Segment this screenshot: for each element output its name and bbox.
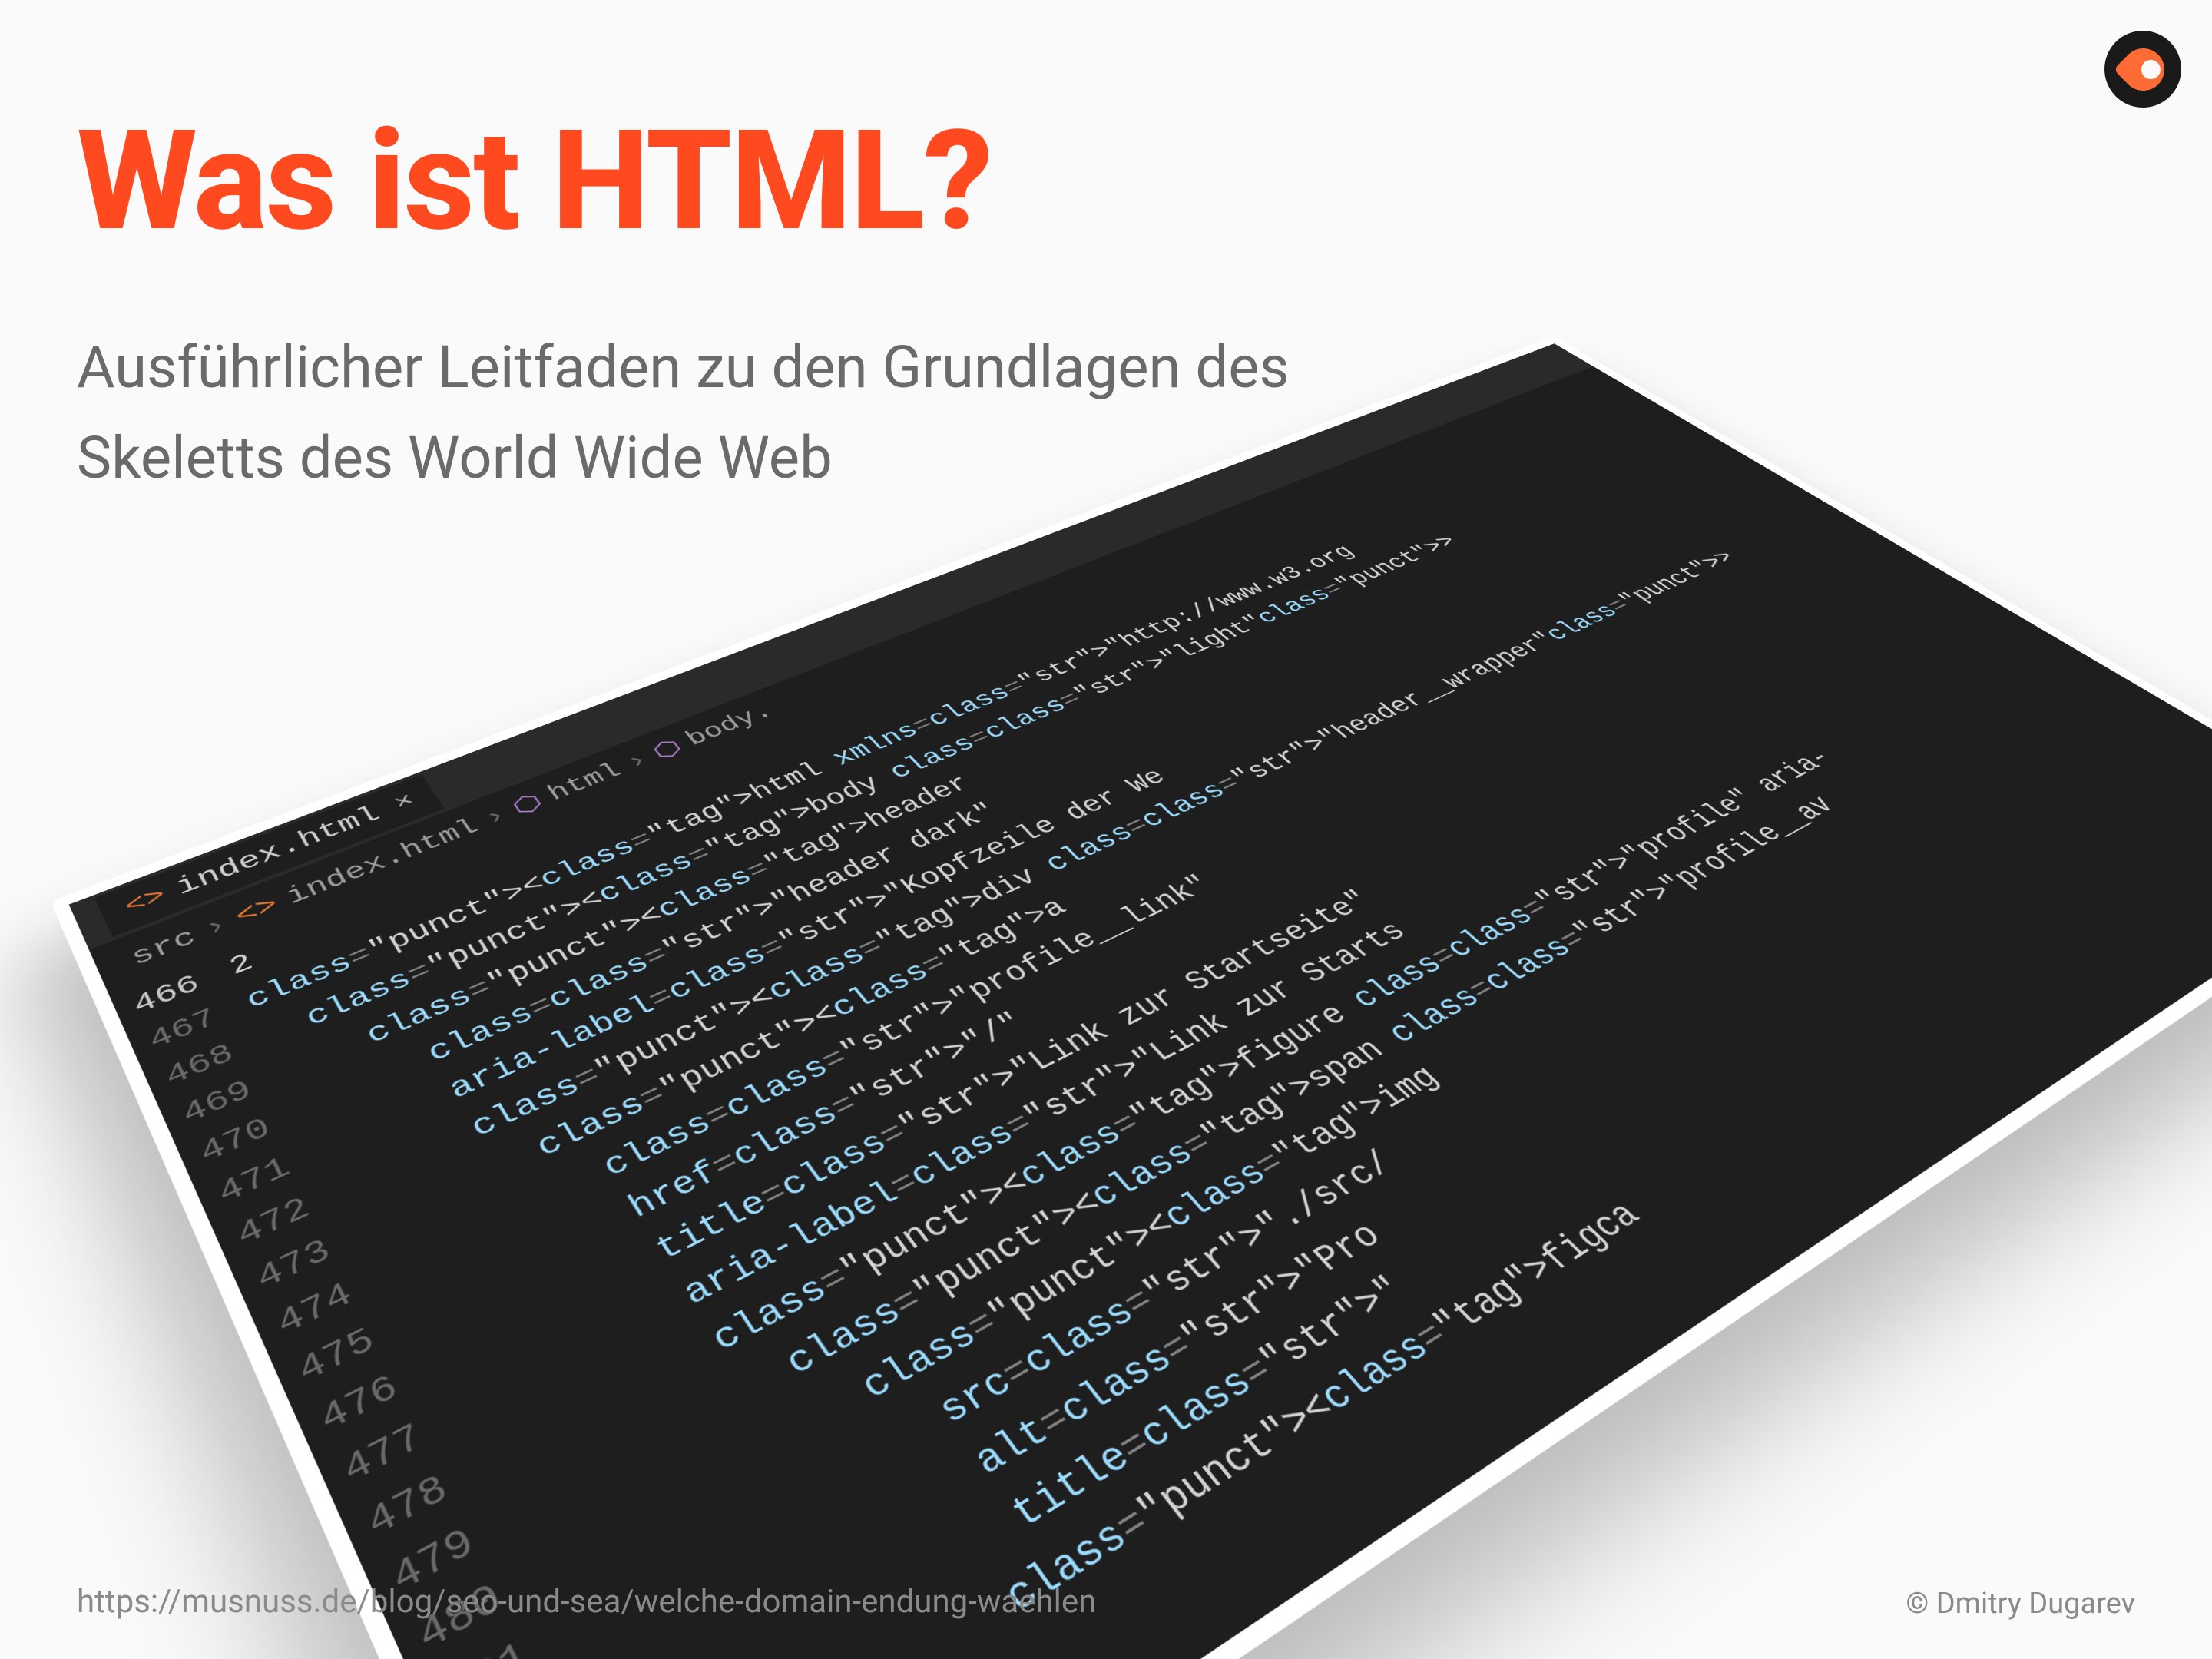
chevron-right-icon: › — [479, 803, 512, 831]
code-editor-panel: <> index.html × src › <> index.html › ⬡ … — [51, 336, 2212, 1659]
credit-text: © Dmitry Dugarev — [1906, 1587, 2135, 1621]
html-file-icon: <> — [121, 883, 170, 920]
code-lines[interactable]: 2class="punct"><class="tag">html xmlns=c… — [223, 430, 2212, 1659]
page-title: Was ist HTML? — [77, 100, 992, 262]
chevron-right-icon: › — [621, 748, 654, 775]
brand-logo — [2104, 31, 2181, 108]
acorn-icon — [2113, 39, 2173, 99]
symbol-icon: ⬡ — [506, 788, 548, 821]
footer-url: https://musnuss.de/blog/seo-und-sea/welc… — [77, 1583, 1096, 1621]
symbol-icon: ⬡ — [647, 734, 689, 766]
close-icon[interactable]: × — [389, 789, 419, 816]
editor-3d-stage: <> index.html × src › <> index.html › ⬡ … — [154, 461, 2212, 1659]
code-area[interactable]: 4664674684694704714724734744754764774784… — [108, 387, 2212, 1659]
chevron-right-icon: › — [200, 911, 233, 943]
